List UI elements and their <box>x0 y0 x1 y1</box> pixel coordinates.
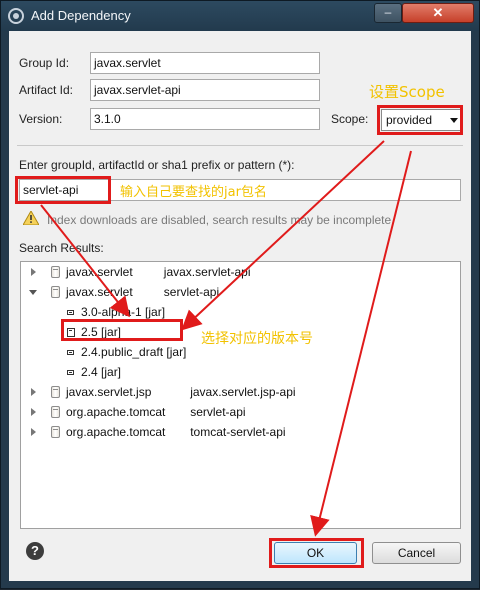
jar-icon <box>51 406 60 418</box>
version-icon <box>67 370 74 375</box>
jar-file-icon <box>67 328 75 337</box>
cancel-button[interactable]: Cancel <box>372 542 461 564</box>
tree-version-row[interactable]: 2.4 [jar] <box>21 363 460 381</box>
add-dependency-dialog: Add Dependency – ✕ Group Id: javax.servl… <box>0 0 480 589</box>
artifact-id-text: tomcat-servlet-api <box>190 425 286 439</box>
version-icon <box>67 310 74 315</box>
search-results-tree[interactable]: javax.servlet javax.servlet-api javax.serv… <box>20 261 461 529</box>
group-id-text: org.apache.tomcat <box>66 425 166 439</box>
group-id-text: javax.servlet.jsp <box>66 385 152 399</box>
artifact-id-text: servlet-api <box>190 405 246 419</box>
tree-group-row[interactable]: javax.servlet.jsp javax.servlet.jsp-api <box>21 383 460 401</box>
tree-group-row[interactable]: javax.servlet servlet-api <box>21 283 460 301</box>
version-annotation: 选择对应的版本号 <box>201 331 313 347</box>
jar-icon <box>51 386 60 398</box>
scope-value: provided <box>386 113 433 127</box>
title-bar: Add Dependency – ✕ <box>1 1 479 31</box>
tree-version-row[interactable]: 3.0-alpha-1 [jar] <box>21 303 460 321</box>
minimize-button[interactable]: – <box>374 3 402 23</box>
artifact-id-field[interactable]: javax.servlet-api <box>90 79 320 101</box>
group-id-text: javax.servlet <box>66 285 133 299</box>
version-icon <box>67 350 74 355</box>
search-annotation: 输入自己要查找的jar包名 <box>120 185 267 200</box>
artifact-id-label: Artifact Id: <box>19 83 74 97</box>
tree-group-row[interactable]: javax.servlet javax.servlet-api <box>21 263 460 281</box>
version-label: 2.4 [jar] <box>81 365 122 379</box>
group-id-field[interactable]: javax.servlet <box>90 52 320 74</box>
group-id-text: javax.servlet <box>66 265 133 279</box>
scope-annotation: 设置Scope <box>369 83 445 101</box>
collapse-triangle-icon[interactable] <box>31 268 36 276</box>
artifact-id-text: servlet-api <box>163 285 220 299</box>
chevron-down-icon <box>450 118 458 123</box>
jar-icon <box>51 266 60 278</box>
scope-label: Scope: <box>331 112 369 126</box>
artifact-id-text: javax.servlet-api <box>163 265 251 279</box>
help-icon[interactable]: ? <box>26 542 44 560</box>
collapse-triangle-icon[interactable] <box>31 408 36 416</box>
window-title: Add Dependency <box>31 8 131 23</box>
tree-group-row[interactable]: org.apache.tomcat servlet-api <box>21 403 460 421</box>
version-label: Version: <box>19 112 63 126</box>
group-id-text: org.apache.tomcat <box>66 405 166 419</box>
version-label: 2.5 [jar] <box>81 325 122 339</box>
index-warning-text: Index downloads are disabled, search res… <box>47 213 395 227</box>
warning-icon <box>23 211 39 225</box>
tree-group-row[interactable]: org.apache.tomcat tomcat-servlet-api <box>21 423 460 441</box>
search-results-label: Search Results: <box>19 241 104 255</box>
artifact-id-text: javax.servlet.jsp-api <box>190 385 296 399</box>
version-label: 2.4.public_draft [jar] <box>81 345 187 359</box>
expand-triangle-icon[interactable] <box>29 290 37 295</box>
eclipse-app-icon <box>8 8 24 24</box>
ok-button[interactable]: OK <box>274 542 357 564</box>
collapse-triangle-icon[interactable] <box>31 388 36 396</box>
search-label: Enter groupId, artifactId or sha1 prefix… <box>19 158 295 172</box>
jar-icon <box>51 426 60 438</box>
dialog-body: Group Id: javax.servlet Artifact Id: jav… <box>9 31 471 581</box>
scope-select[interactable]: provided <box>381 109 463 131</box>
version-label: 3.0-alpha-1 [jar] <box>81 305 166 319</box>
group-id-label: Group Id: <box>19 56 70 70</box>
jar-icon <box>51 286 60 298</box>
separator <box>17 145 463 146</box>
close-button[interactable]: ✕ <box>402 3 474 23</box>
version-field[interactable]: 3.1.0 <box>90 108 320 130</box>
collapse-triangle-icon[interactable] <box>31 428 36 436</box>
